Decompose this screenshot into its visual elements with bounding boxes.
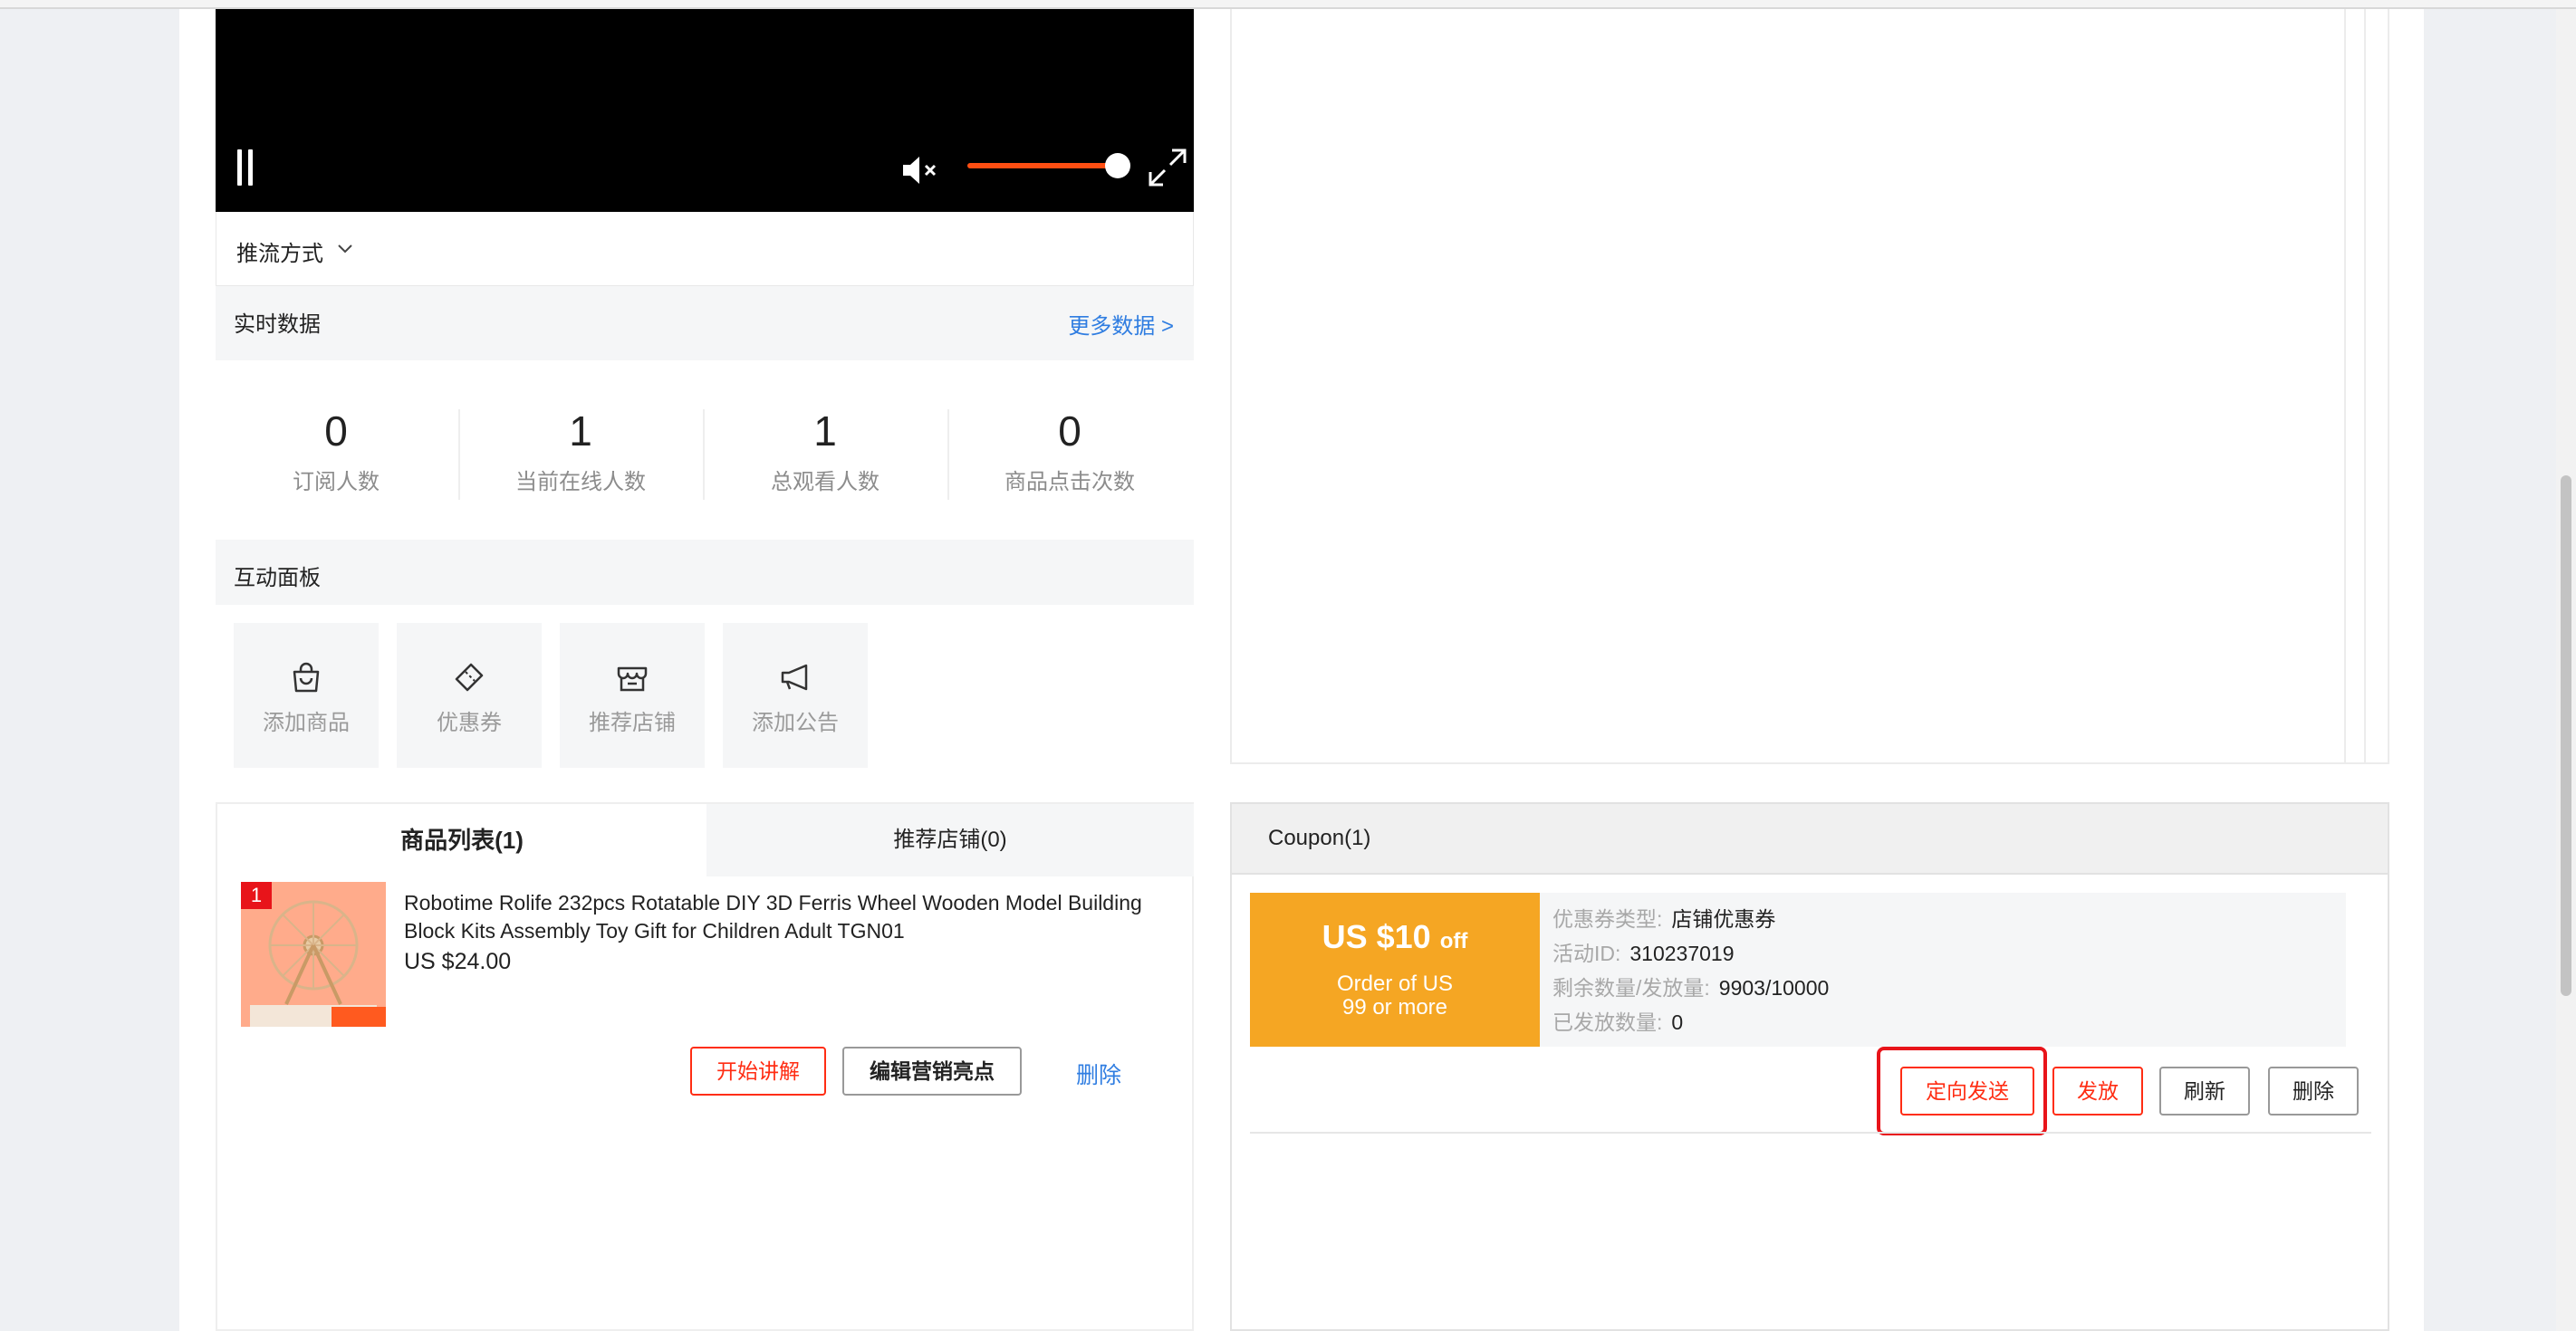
stat-label: 商品点击次数 bbox=[1004, 470, 1135, 494]
product-title[interactable]: Robotime Rolife 232pcs Rotatable DIY 3D … bbox=[404, 889, 1147, 945]
tab-product-list[interactable]: 商品列表(1) bbox=[217, 804, 706, 876]
megaphone-icon bbox=[781, 664, 808, 691]
tile-label: 优惠券 bbox=[437, 711, 502, 735]
stat-label: 总观看人数 bbox=[771, 470, 879, 494]
volume-slider-handle[interactable] bbox=[1105, 153, 1130, 178]
ticket-icon bbox=[455, 663, 484, 692]
shopping-bag-icon bbox=[293, 662, 320, 693]
edit-highlights-button[interactable]: 编辑营销亮点 bbox=[842, 1047, 1022, 1096]
price-sticker bbox=[332, 1007, 386, 1027]
refresh-button[interactable]: 刷新 bbox=[2159, 1067, 2250, 1116]
mute-icon[interactable] bbox=[901, 152, 943, 188]
push-method-label: 推流方式 bbox=[236, 242, 323, 266]
panel-divider bbox=[2364, 9, 2366, 762]
stat-total-viewers: 1 总观看人数 bbox=[703, 406, 947, 505]
coupon-condition: Order of US 99 or more bbox=[1250, 972, 1540, 1020]
coupon-condition-line: Order of US bbox=[1336, 972, 1454, 996]
coupon-condition-line: 99 or more bbox=[1341, 995, 1448, 1020]
product-list-panel: 商品列表(1) 推荐店铺(0) 1 Robotime Rolife 232pcs… bbox=[216, 802, 1194, 1331]
rank-badge: 1 bbox=[241, 882, 272, 909]
info-key: 活动ID: bbox=[1552, 942, 1621, 965]
coupon-panel-header: Coupon(1) bbox=[1232, 804, 2388, 875]
info-value: 9903/10000 bbox=[1718, 976, 1830, 1000]
stat-label: 订阅人数 bbox=[293, 470, 380, 494]
info-key: 已发放数量: bbox=[1552, 1010, 1663, 1034]
info-key: 优惠券类型: bbox=[1552, 907, 1663, 931]
coupon-off-label: off bbox=[1439, 929, 1468, 953]
volume-slider-track[interactable] bbox=[967, 163, 1123, 168]
stat-subscribers: 0 订阅人数 bbox=[214, 406, 458, 505]
push-method-dropdown[interactable]: 推流方式 bbox=[216, 212, 1194, 286]
stat-value: 1 bbox=[569, 407, 592, 455]
realtime-data-header: 实时数据 更多数据 > bbox=[216, 286, 1194, 360]
tile-label: 推荐店铺 bbox=[589, 711, 676, 735]
delete-coupon-button[interactable]: 删除 bbox=[2268, 1067, 2359, 1116]
more-data-link[interactable]: 更多数据 > bbox=[1068, 308, 1174, 340]
tile-label: 添加公告 bbox=[752, 711, 839, 735]
coupon-amount-value: US $10 bbox=[1322, 918, 1431, 955]
info-value: 0 bbox=[1671, 1010, 1684, 1034]
product-thumbnail[interactable]: 1 bbox=[241, 882, 386, 1027]
fullscreen-icon[interactable] bbox=[1147, 147, 1188, 188]
issue-button[interactable]: 发放 bbox=[2052, 1067, 2143, 1116]
stat-label: 当前在线人数 bbox=[515, 470, 646, 494]
tab-recommended-stores[interactable]: 推荐店铺(0) bbox=[706, 804, 1194, 876]
realtime-data-title: 实时数据 bbox=[234, 312, 321, 337]
coupon-divider bbox=[1250, 1132, 2371, 1134]
tile-label: 添加商品 bbox=[263, 711, 350, 735]
coupon-panel: Coupon(1) US $10 off Order of US 99 or m… bbox=[1230, 802, 2389, 1331]
activity-id-row: 活动ID: 310237019 bbox=[1552, 936, 1735, 967]
coupon-panel-title: Coupon(1) bbox=[1268, 826, 1371, 850]
issued-quantity-row: 已发放数量: 0 bbox=[1552, 1005, 1683, 1036]
pause-icon[interactable] bbox=[234, 149, 259, 186]
remaining-quantity-row: 剩余数量/发放量: 9903/10000 bbox=[1552, 971, 1829, 1001]
panel-divider bbox=[2344, 9, 2346, 762]
stat-value: 1 bbox=[813, 407, 837, 455]
store-icon bbox=[617, 666, 648, 692]
stat-online: 1 当前在线人数 bbox=[458, 406, 703, 505]
add-product-tile[interactable]: 添加商品 bbox=[234, 623, 379, 768]
stat-product-clicks: 0 商品点击次数 bbox=[947, 406, 1192, 505]
stat-value: 0 bbox=[324, 407, 348, 455]
page-scrollbar[interactable] bbox=[2556, 9, 2576, 1331]
coupon-amount: US $10 off bbox=[1250, 918, 1540, 956]
coupon-card: US $10 off Order of US 99 or more bbox=[1250, 893, 1540, 1047]
delete-product-link[interactable]: 删除 bbox=[1076, 1058, 1121, 1090]
add-announcement-tile[interactable]: 添加公告 bbox=[723, 623, 868, 768]
stat-value: 0 bbox=[1058, 407, 1081, 455]
recommend-store-tile[interactable]: 推荐店铺 bbox=[560, 623, 705, 768]
right-content-panel bbox=[1230, 9, 2389, 764]
scrollbar-thumb[interactable] bbox=[2561, 475, 2571, 996]
coupon-tile[interactable]: 优惠券 bbox=[397, 623, 542, 768]
coupon-type-row: 优惠券类型: 店铺优惠券 bbox=[1552, 902, 1775, 933]
info-key: 剩余数量/发放量: bbox=[1552, 976, 1710, 1000]
interaction-panel-header: 互动面板 bbox=[216, 540, 1194, 605]
video-player[interactable] bbox=[216, 9, 1194, 212]
chevron-down-icon bbox=[338, 244, 352, 254]
interaction-panel-title: 互动面板 bbox=[234, 566, 321, 590]
coupon-info: 优惠券类型: 店铺优惠券 活动ID: 310237019 剩余数量/发放量: 9903… bbox=[1540, 893, 2346, 1047]
info-value: 店铺优惠券 bbox=[1671, 907, 1776, 931]
product-price: US $24.00 bbox=[404, 949, 512, 974]
top-border bbox=[0, 0, 2576, 9]
info-value: 310237019 bbox=[1629, 942, 1735, 965]
start-explain-button[interactable]: 开始讲解 bbox=[690, 1047, 826, 1096]
targeted-send-button[interactable]: 定向发送 bbox=[1900, 1067, 2034, 1116]
